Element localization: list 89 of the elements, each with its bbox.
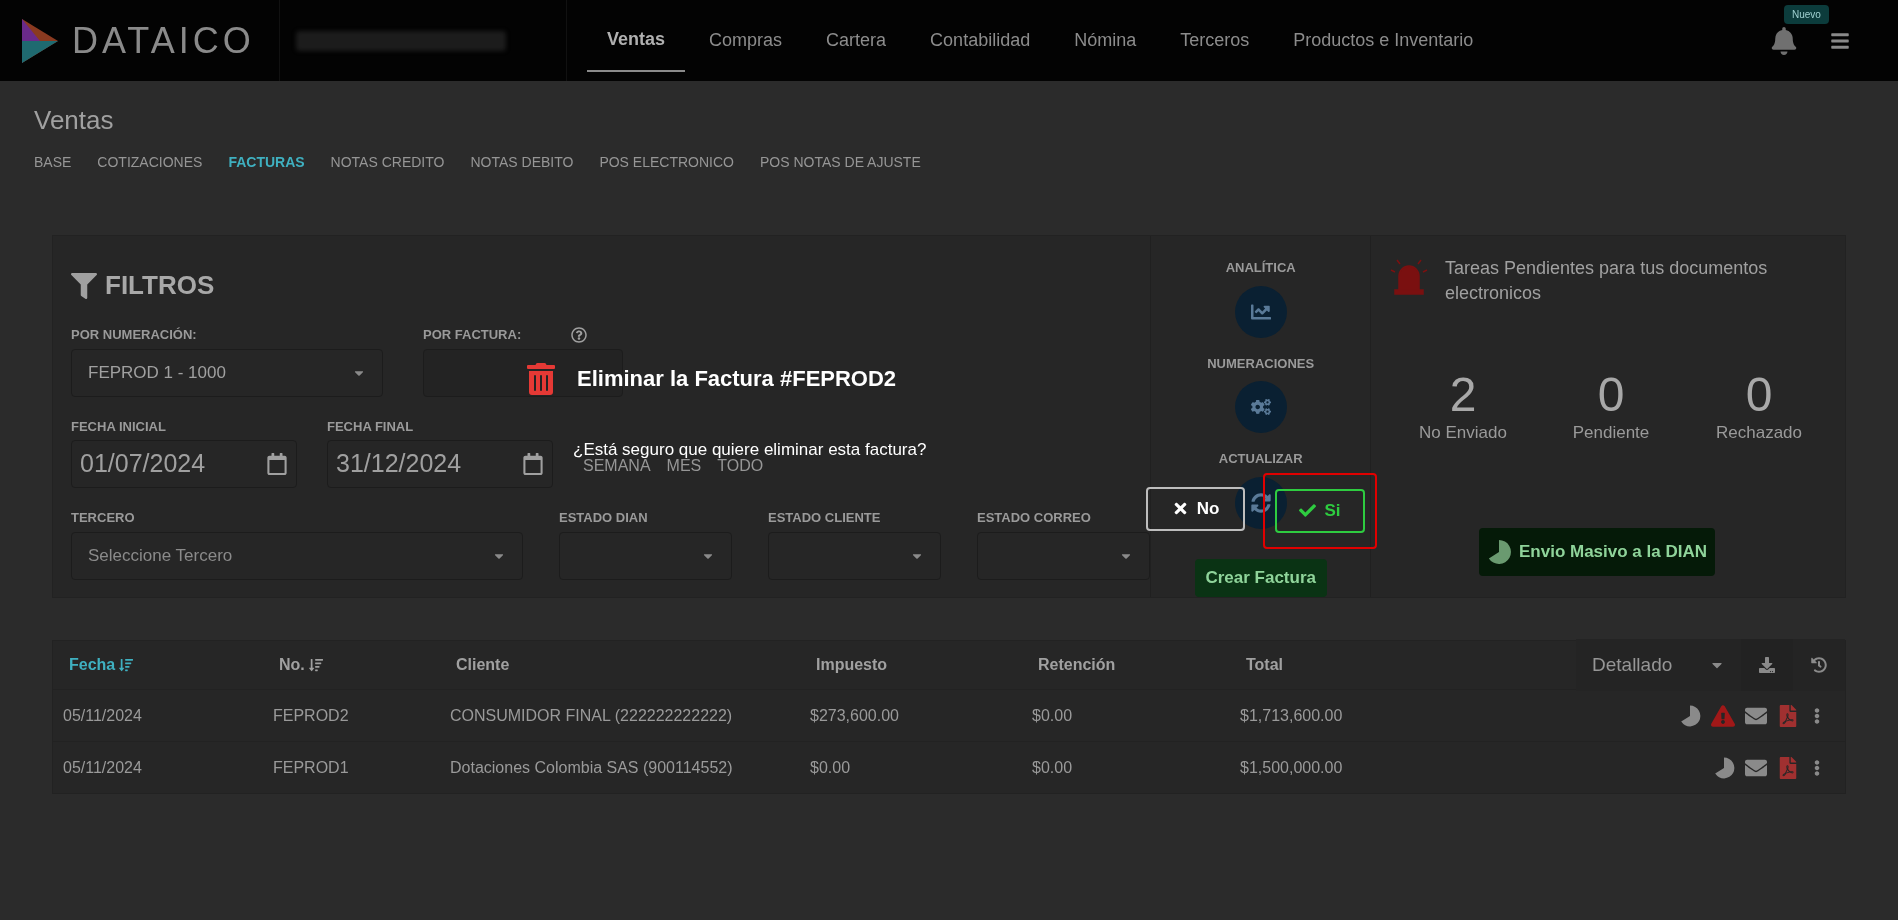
date-field[interactable]: 01/07/2024 — [71, 440, 297, 488]
help-icon[interactable] — [571, 326, 588, 343]
table-cell-text: FEPROD2 — [273, 705, 350, 726]
seal-icon[interactable] — [1713, 755, 1735, 780]
column-header[interactable]: Cliente — [456, 653, 510, 677]
table-cell-text: $1,713,600.00 — [1240, 705, 1344, 726]
sort-icon[interactable] — [308, 658, 323, 672]
gears-icon — [1250, 397, 1271, 417]
count-value: 2 — [1449, 370, 1477, 420]
select-field[interactable]: FEPROD 1 - 1000 — [71, 348, 383, 397]
count-label: Rechazado — [1716, 422, 1802, 444]
field-label: POR FACTURA: — [423, 326, 522, 344]
date-value: 01/07/2024 — [80, 448, 206, 480]
table-cell-text: 05/11/2024 — [63, 705, 143, 726]
field-label: FECHA INICIAL — [71, 417, 166, 436]
count-value: 0 — [1745, 370, 1773, 420]
field-label: ESTADO CLIENTE — [768, 509, 881, 527]
tasks-title: Tareas Pendientes para tus documentos electronicos — [1445, 257, 1769, 305]
table-cell-text: CONSUMIDOR FINAL (222222222222) — [450, 705, 734, 726]
field-label: TERCERO — [71, 509, 135, 527]
table-cell-text: $0.00 — [810, 757, 852, 778]
sub-tab[interactable]: POS NOTAS DE AJUSTE — [760, 152, 921, 173]
logo-text: DATAICO — [72, 18, 255, 63]
count-label: Pendiente — [1572, 422, 1650, 444]
cancel-button[interactable]: No — [1146, 486, 1245, 531]
notification-badge: Nuevo — [1784, 4, 1829, 24]
select-field[interactable]: Seleccione Tercero — [71, 531, 523, 580]
sub-tab[interactable]: POS ELECTRONICO — [599, 152, 734, 173]
table-cell-text: 05/11/2024 — [63, 757, 143, 778]
nav-tab[interactable]: Cartera — [806, 9, 907, 72]
table-cell-text: $273,600.00 — [810, 705, 900, 726]
column-header[interactable]: Total — [1246, 653, 1284, 677]
action-label: NUMERACIONES — [1207, 354, 1315, 373]
filters-title: FILTROS — [105, 269, 215, 302]
select-field[interactable] — [977, 531, 1150, 580]
history-icon — [1811, 657, 1827, 673]
sub-tab[interactable]: BASE — [34, 152, 72, 173]
table-cell-text: $1,500,000.00 — [1240, 757, 1344, 778]
nav-tab[interactable]: Productos e Inventario — [1273, 9, 1494, 72]
trash-icon — [525, 362, 557, 395]
count-value: 0 — [1597, 370, 1625, 420]
check-icon — [1299, 502, 1317, 519]
column-header[interactable]: No. — [279, 653, 305, 677]
field-label: POR NUMERACIÓN: — [71, 326, 197, 344]
sub-tab[interactable]: COTIZACIONES — [97, 152, 203, 173]
table-cell-text: $0.00 — [1032, 705, 1074, 726]
select-value: Seleccione Tercero — [88, 544, 233, 567]
select-field[interactable] — [768, 531, 941, 580]
action-button[interactable] — [1234, 381, 1287, 433]
refresh-icon — [1250, 492, 1271, 513]
confirm-button[interactable]: Si — [1275, 488, 1365, 533]
sub-tab[interactable]: NOTAS DEBITO — [470, 152, 574, 173]
nav-tab[interactable]: Terceros — [1160, 9, 1270, 72]
sort-icon[interactable] — [119, 658, 134, 672]
menu-icon[interactable] — [1830, 30, 1850, 51]
dialog-message: ¿Está seguro que quiere eliminar esta factura? — [573, 439, 927, 460]
select-value: FEPROD 1 - 1000 — [88, 361, 226, 384]
sub-tab[interactable]: NOTAS CREDITO — [330, 152, 445, 173]
calendar-icon — [266, 453, 288, 475]
date-field[interactable]: 31/12/2024 — [327, 440, 553, 488]
field-label: FECHA FINAL — [327, 417, 414, 436]
page-title: Ventas — [34, 104, 114, 137]
table-cell-text: Dotaciones Colombia SAS (900114552) — [450, 757, 734, 778]
nav-tab[interactable]: Compras — [689, 9, 803, 72]
bulk-send-button[interactable]: Envio Masivo a la DIAN — [1479, 527, 1715, 576]
nav-tab[interactable]: Nómina — [1054, 9, 1157, 72]
seal-icon[interactable] — [1679, 703, 1701, 728]
field-label: ESTADO DIAN — [559, 509, 648, 527]
sub-tab[interactable]: FACTURAS — [228, 152, 305, 173]
download-icon — [1759, 657, 1775, 673]
action-label: ANALÍTICA — [1225, 259, 1296, 277]
table-cell-text: $0.00 — [1032, 757, 1074, 778]
calendar-icon — [522, 453, 544, 475]
field-label: ESTADO CORREO — [977, 509, 1091, 527]
nav-tab[interactable]: Ventas — [587, 9, 686, 72]
dialog-title: Eliminar la Factura #FEPROD2 — [577, 365, 897, 393]
column-header[interactable]: Retención — [1038, 653, 1116, 677]
logo-icon — [20, 16, 60, 65]
column-header[interactable]: Fecha — [69, 653, 116, 677]
select-field[interactable] — [559, 531, 732, 580]
count-label: No Enviado — [1419, 422, 1507, 444]
bell-icon[interactable] — [1770, 26, 1798, 55]
filter-icon — [71, 272, 97, 299]
column-header[interactable]: Impuesto — [816, 653, 888, 677]
table-cell-text: FEPROD1 — [273, 757, 350, 778]
date-value: 31/12/2024 — [336, 448, 462, 480]
create-invoice-button[interactable]: Crear Factura — [1194, 558, 1327, 597]
action-label: ACTUALIZAR — [1218, 450, 1303, 468]
nav-tab[interactable]: Contabilidad — [910, 9, 1051, 72]
